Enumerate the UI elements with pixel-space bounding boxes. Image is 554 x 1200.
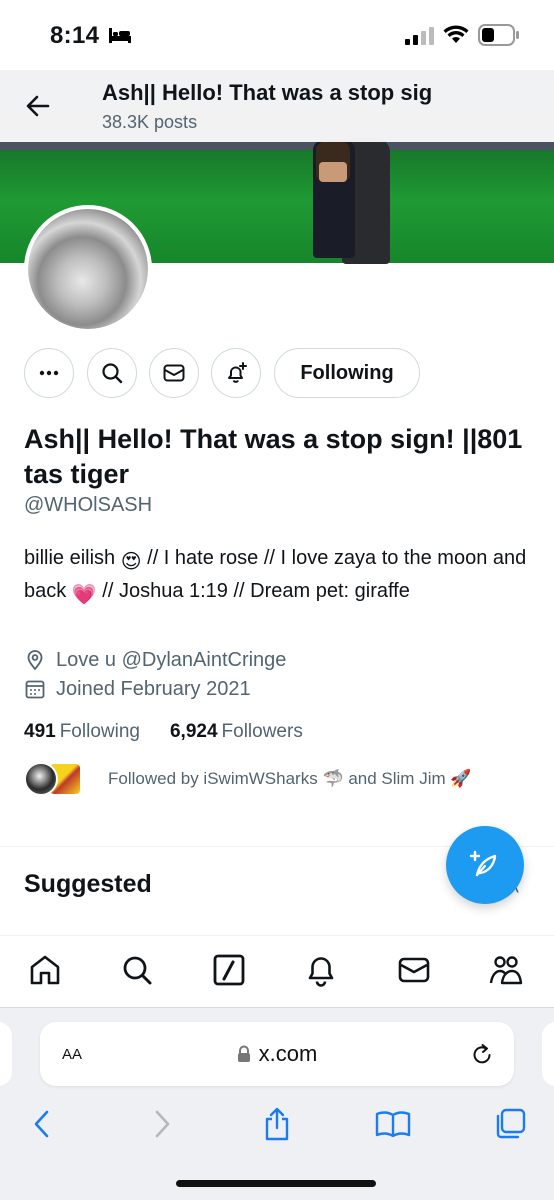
heart-eyes-emoji: 😍 bbox=[120, 551, 142, 573]
tab-home[interactable] bbox=[25, 950, 65, 990]
tab-communities[interactable] bbox=[486, 950, 526, 990]
more-dots-icon bbox=[39, 370, 59, 376]
more-options-button[interactable] bbox=[24, 348, 74, 398]
tab-messages[interactable] bbox=[394, 950, 434, 990]
calendar-icon bbox=[25, 680, 45, 699]
join-date-text: Joined February 2021 bbox=[56, 677, 251, 700]
people-icon bbox=[489, 956, 523, 985]
bio-text: billie eilish bbox=[24, 547, 121, 569]
chevron-left-icon bbox=[34, 1110, 49, 1138]
bio-text: // Joshua 1:19 // Dream pet: giraffe bbox=[96, 580, 410, 602]
next-tab-peek[interactable] bbox=[542, 1022, 554, 1086]
tabs-overview-button[interactable] bbox=[490, 1104, 530, 1144]
header-title: Ash|| Hello! That was a stop sig bbox=[102, 80, 433, 105]
following-count-link[interactable]: 491 Following bbox=[24, 721, 140, 743]
cellular-signal-icon bbox=[405, 27, 434, 45]
compose-post-button[interactable] bbox=[446, 826, 524, 904]
search-profile-button[interactable] bbox=[87, 348, 137, 398]
chevron-right-icon bbox=[155, 1110, 170, 1138]
home-indicator[interactable] bbox=[176, 1180, 376, 1187]
previous-tab-peek[interactable] bbox=[0, 1022, 12, 1086]
header-post-count: 38.3K posts bbox=[102, 112, 198, 132]
feather-plus-icon bbox=[469, 850, 497, 877]
address-bar[interactable]: AA x.com bbox=[40, 1022, 514, 1086]
profile-handle: @WHOlSASH bbox=[24, 494, 153, 516]
browser-back-button[interactable] bbox=[22, 1104, 62, 1144]
following-button[interactable]: Following bbox=[274, 348, 420, 398]
wifi-icon bbox=[443, 25, 469, 43]
suggested-heading: Suggested bbox=[24, 870, 152, 898]
message-button[interactable] bbox=[149, 348, 199, 398]
banner-figure-face bbox=[319, 162, 347, 182]
sleep-focus-icon bbox=[109, 28, 131, 43]
reload-icon[interactable] bbox=[470, 1042, 494, 1066]
bottom-tab-bar bbox=[0, 935, 554, 1007]
following-label: Following bbox=[59, 721, 140, 742]
profile-avatar[interactable] bbox=[24, 205, 152, 333]
following-count: 491 bbox=[24, 721, 56, 742]
home-icon bbox=[30, 955, 60, 985]
followers-count-link[interactable]: 6,924 Followers bbox=[170, 721, 303, 743]
envelope-icon bbox=[163, 364, 185, 382]
profile-header: Ash|| Hello! That was a stop sig 38.3K p… bbox=[0, 70, 554, 142]
pink-heart-emoji: 💗 bbox=[71, 584, 97, 606]
notifications-subscribe-button[interactable] bbox=[211, 348, 261, 398]
followed-by-row[interactable]: Followed by iSwimWSharks 🦈 and Slim Jim … bbox=[24, 760, 472, 798]
grok-icon bbox=[213, 954, 245, 986]
battery-icon bbox=[478, 24, 519, 46]
url-text: x.com bbox=[258, 1041, 318, 1066]
share-icon bbox=[265, 1107, 289, 1141]
profile-bio: billie eilish 😍 // I hate rose // I love… bbox=[24, 544, 530, 610]
profile-join-date: Joined February 2021 bbox=[24, 676, 251, 702]
url-display[interactable]: x.com bbox=[40, 1041, 514, 1067]
followed-by-text: Followed by iSwimWSharks 🦈 and Slim Jim … bbox=[108, 769, 472, 788]
bell-plus-icon bbox=[228, 362, 247, 383]
tab-explore[interactable] bbox=[117, 950, 157, 990]
search-icon bbox=[123, 956, 152, 985]
browser-forward-button[interactable] bbox=[142, 1104, 182, 1144]
tab-notifications[interactable] bbox=[301, 950, 341, 990]
status-time: 8:14 bbox=[50, 22, 100, 49]
follower-avatar bbox=[24, 762, 58, 796]
profile-display-name: Ash|| Hello! That was a stop sign! ||801… bbox=[24, 424, 523, 489]
browser-toolbar: AA x.com bbox=[0, 1007, 554, 1200]
status-bar: 8:14 bbox=[0, 0, 554, 70]
profile-location: Love u @DylanAintCringe bbox=[24, 647, 286, 673]
back-arrow-icon[interactable] bbox=[22, 90, 54, 122]
bell-icon bbox=[308, 957, 334, 987]
avatar-image bbox=[28, 209, 148, 329]
book-icon bbox=[375, 1111, 411, 1138]
follow-counts: 491 Following 6,924 Followers bbox=[24, 721, 303, 743]
followers-label: Followers bbox=[221, 721, 303, 742]
tab-grok[interactable] bbox=[209, 950, 249, 990]
bookmarks-button[interactable] bbox=[373, 1104, 413, 1144]
lock-icon bbox=[237, 1045, 250, 1062]
envelope-icon bbox=[398, 957, 430, 983]
tabs-icon bbox=[496, 1108, 526, 1139]
location-text: Love u @DylanAintCringe bbox=[56, 648, 287, 671]
search-icon bbox=[102, 363, 123, 384]
share-button[interactable] bbox=[257, 1104, 297, 1144]
followers-count: 6,924 bbox=[169, 721, 218, 742]
location-pin-icon bbox=[27, 650, 43, 671]
